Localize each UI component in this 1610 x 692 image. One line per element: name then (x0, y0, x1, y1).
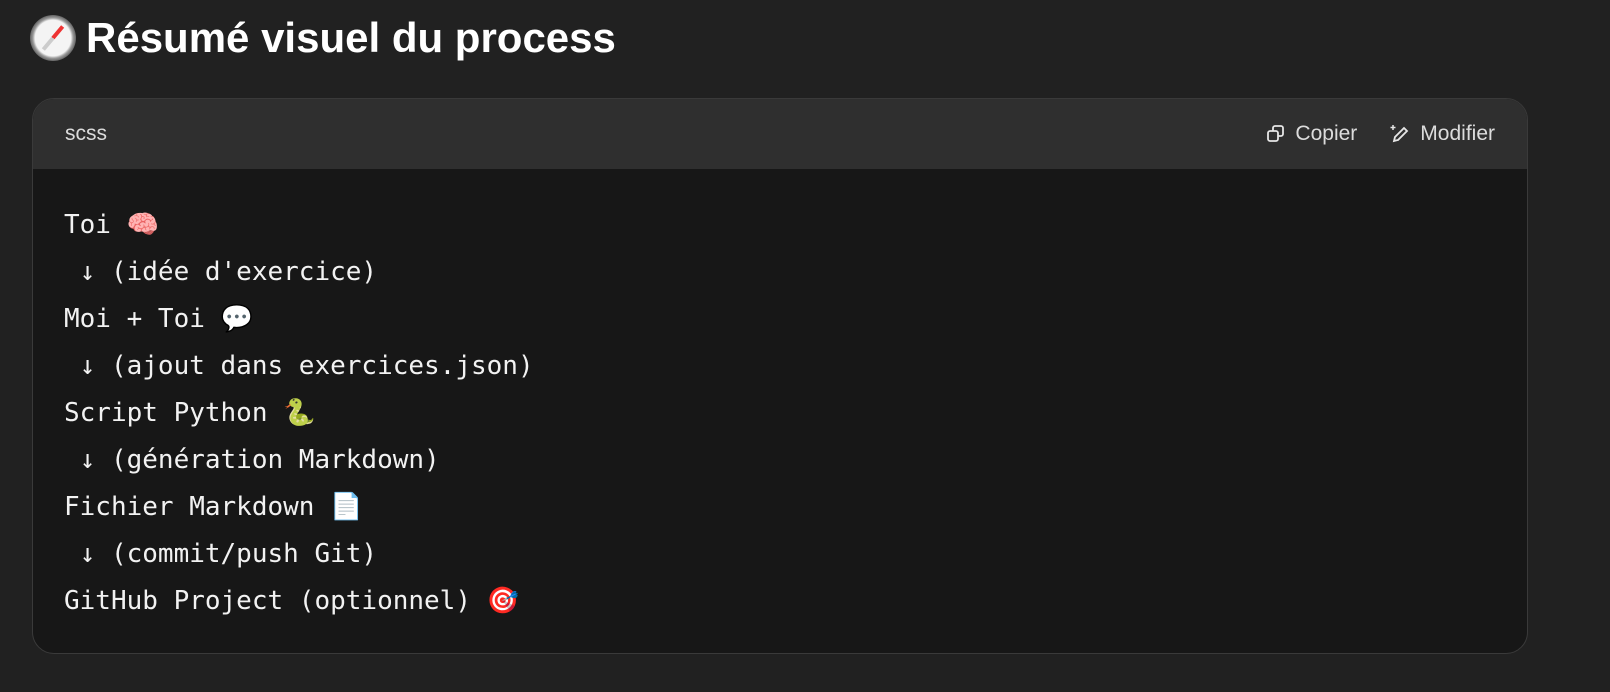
code-line: ↓ (idée d'exercice) (64, 257, 378, 287)
code-line: Script Python 🐍 (64, 398, 316, 428)
copy-label: Copier (1295, 122, 1358, 145)
code-line: ↓ (génération Markdown) (64, 445, 440, 475)
code-language: scss (65, 122, 107, 145)
edit-button[interactable]: Modifier (1389, 122, 1495, 146)
code-line: Toi 🧠 (64, 210, 159, 240)
code-line: GitHub Project (optionnel) 🎯 (64, 586, 520, 616)
code-block-header: scss Copier Modifier (33, 99, 1527, 169)
edit-label: Modifier (1420, 122, 1495, 145)
code-block: scss Copier Modifier Toi 🧠 ↓ (idée d'exe… (32, 98, 1528, 654)
heading-text: Résumé visuel du process (86, 14, 616, 61)
code-line: ↓ (commit/push Git) (64, 539, 378, 569)
edit-pencil-icon (1390, 125, 1409, 143)
copy-button[interactable]: Copier (1266, 122, 1357, 146)
code-line: Fichier Markdown 📄 (64, 492, 363, 522)
code-line: ↓ (ajout dans exercices.json) (64, 351, 534, 381)
code-content: Toi 🧠 ↓ (idée d'exercice) Moi + Toi 💬 ↓ (… (33, 169, 1527, 653)
code-line: Moi + Toi 💬 (64, 304, 253, 334)
copy-icon (1267, 125, 1285, 142)
compass-icon (30, 15, 76, 61)
page-heading: Résumé visuel du process (30, 14, 616, 62)
